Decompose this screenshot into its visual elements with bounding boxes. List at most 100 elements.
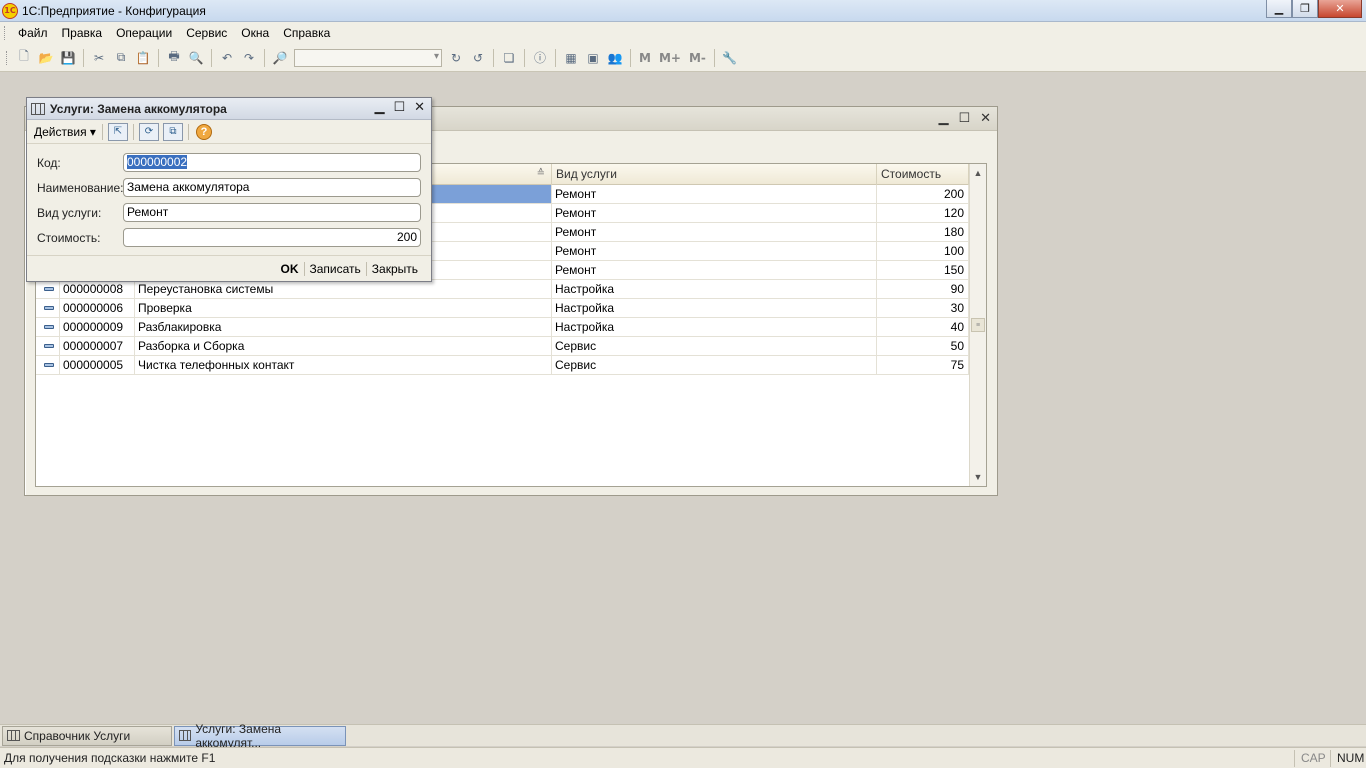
redo-icon[interactable]: ↷ [239, 48, 259, 68]
close-dialog-button[interactable]: Закрыть [367, 262, 423, 276]
open-folder-icon[interactable]: 📂 [36, 48, 56, 68]
dialog-toolbar-separator [187, 123, 189, 140]
service-form-dialog: Услуги: Замена аккомулятора ▁ ☐ ✕ Действ… [26, 97, 432, 282]
dialog-titlebar: Услуги: Замена аккомулятора ▁ ☐ ✕ [27, 98, 431, 120]
info-icon[interactable]: ⓘ [530, 48, 550, 68]
memory-minus-button[interactable]: M- [689, 51, 706, 65]
row-cost: 180 [877, 223, 969, 241]
row-icon-cell [36, 337, 60, 355]
memory-m-button[interactable]: M [639, 51, 651, 65]
row-type: Сервис [552, 337, 877, 355]
catalog-item-icon [44, 306, 54, 310]
catalog-item-icon [44, 344, 54, 348]
actions-menu-button[interactable]: Действия ▾ [31, 125, 99, 139]
dialog-maximize-icon[interactable]: ☐ [393, 100, 405, 115]
window-title: 1С:Предприятие - Конфигурация [22, 3, 206, 18]
type-label: Вид услуги: [37, 206, 102, 220]
save-icon[interactable]: 💾 [58, 48, 78, 68]
menu-file[interactable]: Файл [11, 26, 55, 40]
find-prev-icon[interactable]: ↺ [468, 48, 488, 68]
menu-service[interactable]: Сервис [179, 26, 234, 40]
type-row: Вид услуги: Ремонт [27, 203, 431, 223]
scroll-thumb[interactable]: ≡ [971, 318, 985, 332]
windows-icon[interactable]: ❏ [499, 48, 519, 68]
row-cost: 150 [877, 261, 969, 279]
menu-edit[interactable]: Правка [55, 26, 110, 40]
menu-windows[interactable]: Окна [234, 26, 276, 40]
save-button[interactable]: Записать [305, 262, 366, 276]
dialog-toolbar: Действия ▾ ⇱ ⟳ ⧉ ? [27, 120, 431, 144]
list-minimize-icon[interactable]: ▁ [938, 111, 948, 126]
menu-operations[interactable]: Операции [109, 26, 179, 40]
save-and-close-icon[interactable]: ⇱ [107, 122, 128, 141]
header-cost[interactable]: Стоимость [877, 164, 969, 185]
toolbar-separator [713, 48, 715, 67]
calendar-icon[interactable]: ▣ [583, 48, 603, 68]
catalog-item-icon [44, 287, 54, 291]
users-icon[interactable]: 👥 [605, 48, 625, 68]
table-row[interactable]: 000000006 Проверка Настройка 30 [36, 299, 969, 318]
code-row: Код: 000000002 [27, 153, 431, 173]
toolbar-separator [211, 48, 212, 67]
toolbar-separator [630, 48, 631, 67]
toolbar-separator [83, 48, 84, 67]
table-row[interactable]: 000000008 Переустановка системы Настройк… [36, 280, 969, 299]
row-code: 000000005 [60, 356, 135, 374]
task-service-form[interactable]: Услуги: Замена аккомулят... [174, 722, 346, 750]
find-next-icon[interactable]: ↻ [446, 48, 466, 68]
name-field[interactable]: Замена аккомулятора [123, 178, 421, 197]
dialog-close-icon[interactable]: ✕ [414, 100, 425, 115]
restore-button[interactable]: ❐ [1292, 0, 1318, 18]
toolbar-grip [6, 50, 9, 65]
code-field[interactable]: 000000002 [123, 153, 421, 172]
dialog-title: Услуги: Замена аккомулятора [50, 101, 227, 116]
cut-icon[interactable]: ✂ [89, 48, 109, 68]
task-services-catalog[interactable]: Справочник Услуги [2, 725, 172, 746]
print-icon[interactable]: 🖶 [164, 48, 184, 68]
undo-icon[interactable]: ↶ [217, 48, 237, 68]
close-button[interactable]: ✕ [1318, 0, 1362, 18]
main-toolbar: 🗋 📂 💾 ✂ ⧉ 📋 🖶 🔍 ↶ ↷ 🔎 ↻ ↺ ❏ ⓘ ▦ ▣ 👥 M M+… [0, 44, 1366, 72]
menu-grip [4, 26, 7, 40]
help-icon[interactable]: ? [195, 123, 212, 140]
dialog-minimize-icon[interactable]: ▁ [374, 100, 384, 115]
copy-item-icon[interactable]: ⧉ [162, 122, 183, 141]
new-document-icon[interactable]: 🗋 [14, 48, 34, 68]
memory-plus-button[interactable]: M+ [659, 51, 681, 65]
menu-help[interactable]: Справка [276, 26, 337, 40]
table-row[interactable]: 000000007 Разборка и Сборка Сервис 50 [36, 337, 969, 356]
cost-field[interactable]: 200 [123, 228, 421, 247]
row-name: Чистка телефонных контакт [135, 356, 552, 374]
paste-icon[interactable]: 📋 [133, 48, 153, 68]
type-field[interactable]: Ремонт [123, 203, 421, 222]
minimize-button[interactable]: ▁ [1266, 0, 1292, 18]
copy-icon[interactable]: ⧉ [111, 48, 131, 68]
form-icon [179, 730, 192, 741]
row-cost: 120 [877, 204, 969, 222]
row-type: Сервис [552, 356, 877, 374]
row-type: Настройка [552, 318, 877, 336]
table-row[interactable]: 000000009 Разблакировка Настройка 40 [36, 318, 969, 337]
row-type: Ремонт [552, 185, 877, 203]
header-type[interactable]: Вид услуги [552, 164, 877, 185]
scroll-up-icon[interactable]: ▲ [970, 164, 986, 182]
list-close-icon[interactable]: ✕ [980, 111, 991, 126]
table-scrollbar[interactable]: ▲ ≡ ▼ [969, 164, 986, 486]
toolbar-separator [493, 48, 494, 67]
table-row[interactable]: 000000005 Чистка телефонных контакт Серв… [36, 356, 969, 375]
row-cost: 90 [877, 280, 969, 298]
form-icon [31, 102, 45, 115]
scroll-down-icon[interactable]: ▼ [970, 468, 986, 486]
search-combo[interactable] [294, 48, 442, 67]
dialog-toolbar-separator [101, 123, 103, 140]
ok-button[interactable]: OK [276, 262, 304, 276]
search-icon[interactable]: 🔎 [270, 48, 290, 68]
row-cost: 200 [877, 185, 969, 203]
tools-icon[interactable]: 🔧 [720, 48, 740, 68]
list-maximize-icon[interactable]: ☐ [958, 111, 970, 126]
row-name: Проверка [135, 299, 552, 317]
refresh-icon[interactable]: ⟳ [138, 122, 159, 141]
print-preview-icon[interactable]: 🔍 [186, 48, 206, 68]
row-cost: 75 [877, 356, 969, 374]
calculator-icon[interactable]: ▦ [561, 48, 581, 68]
